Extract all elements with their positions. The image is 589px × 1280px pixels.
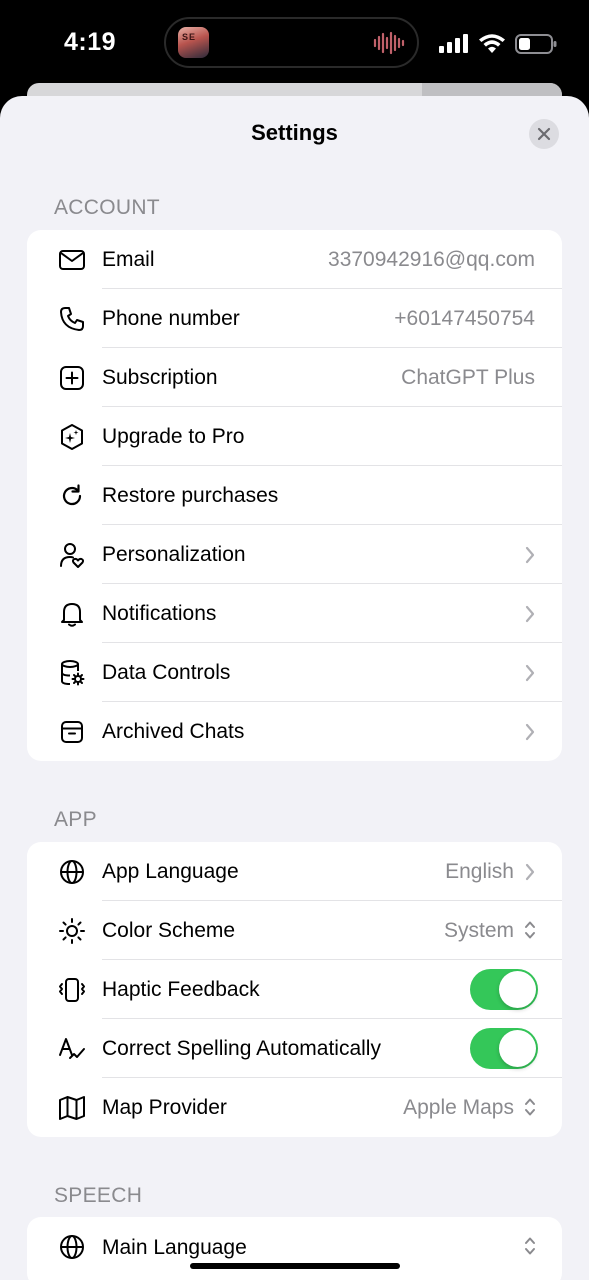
data-controls-row[interactable]: Data Controls xyxy=(27,643,562,702)
audio-waveform-icon xyxy=(373,31,405,55)
color-scheme-row[interactable]: Color Scheme System xyxy=(27,901,562,960)
spellcheck-icon xyxy=(57,1035,87,1063)
home-indicator[interactable] xyxy=(190,1263,400,1269)
phone-number-row[interactable]: Phone number +60147450754 xyxy=(27,289,562,348)
database-gear-icon xyxy=(57,659,87,687)
chevron-right-icon xyxy=(525,605,535,623)
section-header-speech: SPEECH xyxy=(54,1184,143,1207)
data-controls-label: Data Controls xyxy=(102,660,231,684)
archived-chats-label: Archived Chats xyxy=(102,719,245,743)
map-icon xyxy=(57,1094,87,1122)
plus-square-icon xyxy=(57,364,87,392)
settings-sheet: Settings ACCOUNT Email 3370942916@qq.com… xyxy=(0,96,589,1280)
subscription-label: Subscription xyxy=(102,365,218,389)
close-button[interactable] xyxy=(529,119,559,149)
personalization-label: Personalization xyxy=(102,542,246,566)
person-heart-icon xyxy=(57,541,87,569)
email-label: Email xyxy=(102,247,155,271)
phone-number-value: +60147450754 xyxy=(394,306,535,330)
vibrate-icon xyxy=(57,976,87,1004)
app-language-label: App Language xyxy=(102,859,239,883)
haptic-feedback-row: Haptic Feedback xyxy=(27,960,562,1019)
page-title: Settings xyxy=(251,120,338,145)
bell-icon xyxy=(57,600,87,628)
speech-group: Main Language xyxy=(27,1217,562,1280)
notifications-row[interactable]: Notifications xyxy=(27,584,562,643)
chevron-up-down-icon xyxy=(525,1237,535,1255)
notifications-label: Notifications xyxy=(102,601,217,625)
section-header-app: APP xyxy=(54,808,97,831)
archived-chats-row[interactable]: Archived Chats xyxy=(27,702,562,761)
subscription-value: ChatGPT Plus xyxy=(401,365,535,389)
battery-icon xyxy=(515,33,557,55)
app-group: App Language English Color Scheme System… xyxy=(27,842,562,1137)
chevron-right-icon xyxy=(525,546,535,564)
haptic-feedback-label: Haptic Feedback xyxy=(102,977,260,1001)
chevron-up-down-icon xyxy=(525,921,535,939)
upgrade-to-pro-row[interactable]: Upgrade to Pro xyxy=(27,407,562,466)
close-icon xyxy=(537,127,551,141)
refresh-icon xyxy=(57,482,87,510)
map-provider-label: Map Provider xyxy=(102,1095,227,1119)
restore-purchases-row[interactable]: Restore purchases xyxy=(27,466,562,525)
correct-spelling-row: Correct Spelling Automatically xyxy=(27,1019,562,1078)
globe-icon xyxy=(57,1233,87,1261)
restore-purchases-label: Restore purchases xyxy=(102,483,279,507)
wifi-icon xyxy=(479,34,505,54)
phone-number-label: Phone number xyxy=(102,306,240,330)
chevron-right-icon xyxy=(525,664,535,682)
chevron-up-down-icon xyxy=(525,1098,535,1116)
main-language-label: Main Language xyxy=(102,1236,247,1259)
account-group: Email 3370942916@qq.com Phone number +60… xyxy=(27,230,562,761)
status-bar: 4:19 SE xyxy=(0,0,589,90)
sparkle-hexagon-icon xyxy=(57,423,87,451)
app-language-row[interactable]: App Language English xyxy=(27,842,562,901)
main-language-row[interactable]: Main Language xyxy=(27,1217,562,1279)
email-value: 3370942916@qq.com xyxy=(328,247,535,271)
correct-spelling-label: Correct Spelling Automatically xyxy=(102,1036,381,1060)
subscription-row[interactable]: Subscription ChatGPT Plus xyxy=(27,348,562,407)
status-time: 4:19 xyxy=(64,28,117,56)
map-provider-row[interactable]: Map Provider Apple Maps xyxy=(27,1078,562,1137)
personalization-row[interactable]: Personalization xyxy=(27,525,562,584)
toggle-knob xyxy=(499,971,536,1008)
section-header-account: ACCOUNT xyxy=(54,196,160,219)
mail-icon xyxy=(57,246,87,274)
archive-icon xyxy=(57,718,87,746)
live-activity-app-icon: SE xyxy=(178,27,209,58)
color-scheme-value: System xyxy=(443,918,514,942)
map-provider-value: Apple Maps xyxy=(403,1095,514,1119)
cellular-signal-icon xyxy=(439,34,469,54)
app-language-value: English xyxy=(445,859,514,883)
dynamic-island[interactable]: SE xyxy=(164,17,419,68)
upgrade-to-pro-label: Upgrade to Pro xyxy=(102,424,245,448)
email-row[interactable]: Email 3370942916@qq.com xyxy=(27,230,562,289)
toggle-knob xyxy=(499,1030,536,1067)
color-scheme-label: Color Scheme xyxy=(102,918,236,942)
globe-icon xyxy=(57,858,87,886)
correct-spelling-toggle[interactable] xyxy=(470,1028,538,1069)
island-app-text: SE xyxy=(182,32,197,42)
chevron-right-icon xyxy=(525,723,535,741)
haptic-feedback-toggle[interactable] xyxy=(470,969,538,1010)
phone-icon xyxy=(57,305,87,333)
sun-icon xyxy=(57,917,87,945)
chevron-right-icon xyxy=(525,863,535,881)
